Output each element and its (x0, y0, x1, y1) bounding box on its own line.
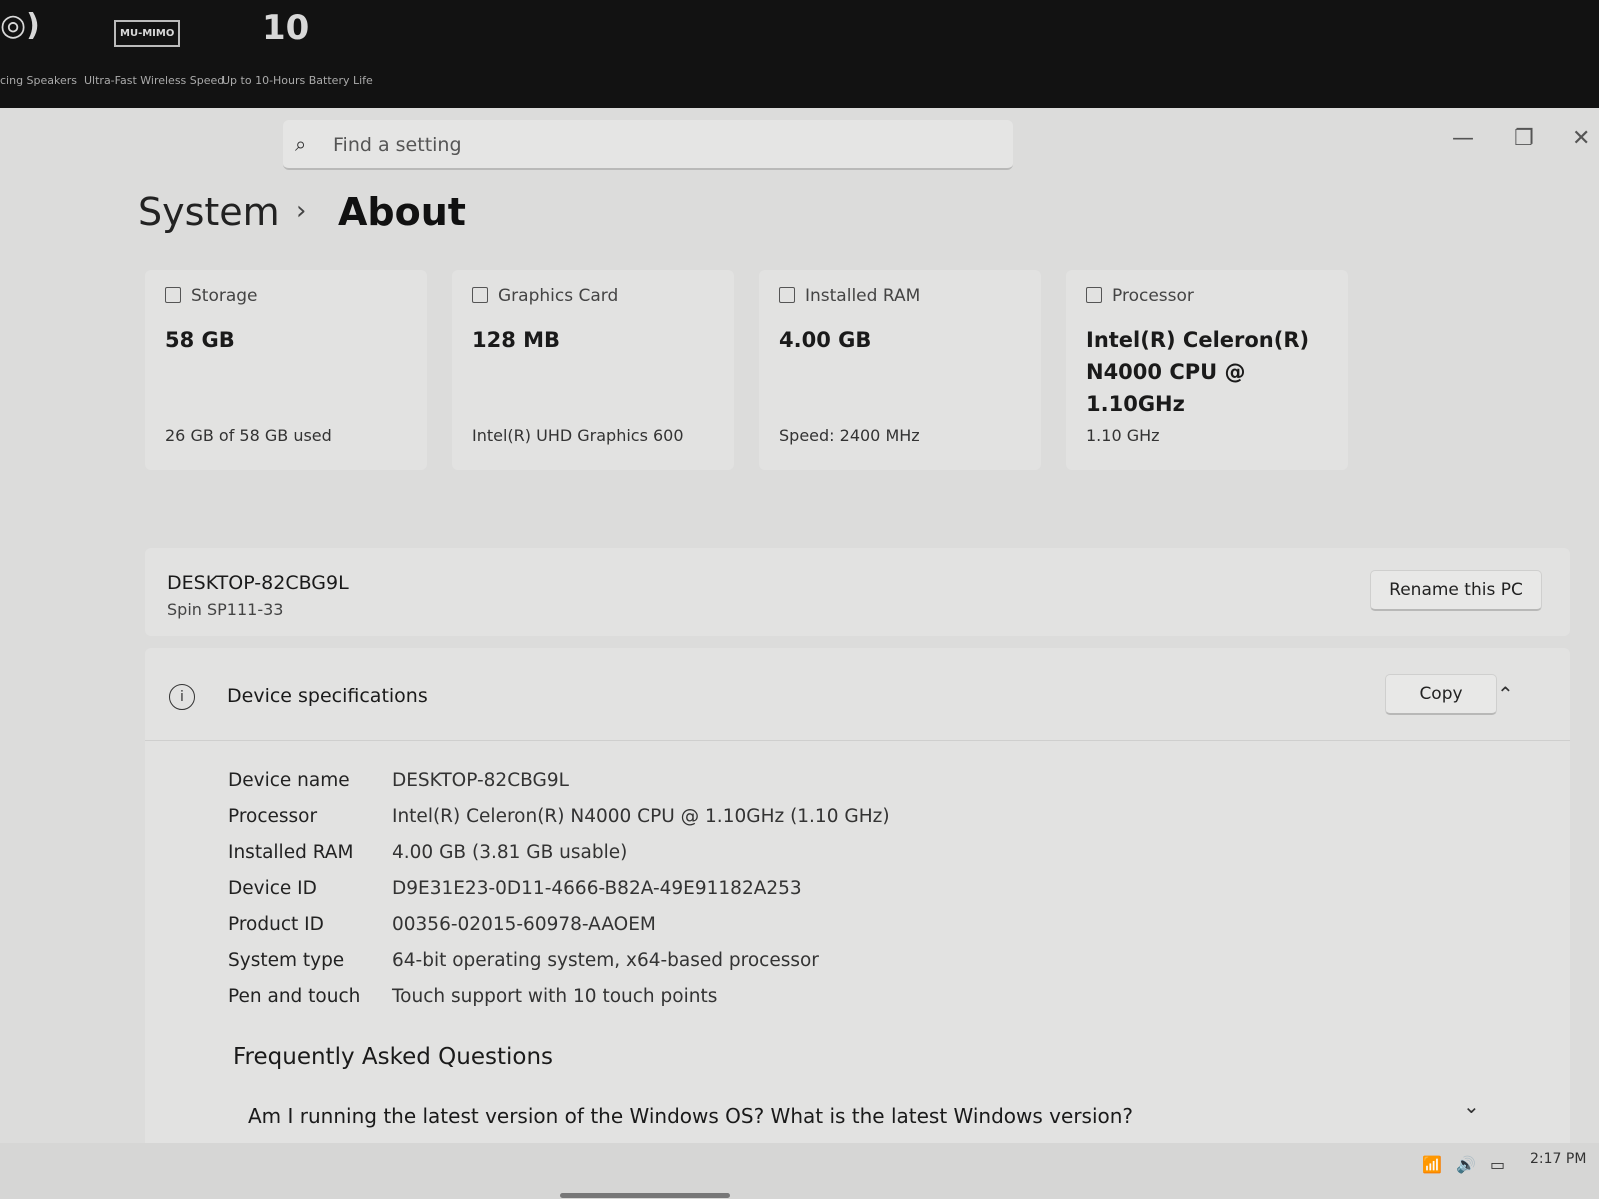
laptop-sticker: ◎) cing Speakers MU-MIMO Ultra-Fast Wire… (0, 0, 1599, 110)
close-button[interactable]: ✕ (1572, 126, 1590, 151)
laptop-icon: MU-MIMO (114, 20, 181, 47)
chevron-right-icon: › (296, 196, 307, 226)
feature-speakers: ◎) cing Speakers (0, 0, 80, 110)
card-sub: Intel(R) UHD Graphics 600 (472, 426, 684, 445)
card-label: Installed RAM (805, 286, 921, 306)
graphics-card-icon (472, 287, 488, 303)
minimize-button[interactable]: — (1452, 126, 1474, 151)
specs-header[interactable]: i Device specifications Copy ⌃ (145, 648, 1570, 741)
info-icon: i (169, 684, 195, 710)
spec-value: 00356-02015-60978-AAOEM (392, 914, 656, 935)
specs-title: Device specifications (227, 685, 428, 707)
spec-value: 64-bit operating system, x64-based proce… (392, 950, 819, 971)
card-label: Graphics Card (498, 286, 619, 306)
spec-value: D9E31E23-0D11-4666-B82A-49E91182A253 (392, 878, 802, 899)
clock[interactable]: 2:17 PM (1530, 1151, 1586, 1167)
feature-caption: Ultra-Fast Wireless Speed (84, 74, 225, 87)
chevron-up-icon[interactable]: ⌃ (1497, 682, 1514, 706)
pc-model: Spin SP111-33 (167, 600, 284, 619)
graphics-card: Graphics Card 128 MB Intel(R) UHD Graphi… (452, 270, 734, 470)
spec-label: Product ID (228, 914, 324, 935)
restore-button[interactable]: ❐ (1514, 126, 1534, 151)
card-sub: Speed: 2400 MHz (779, 426, 920, 445)
processor-card: Processor Intel(R) Celeron(R) N4000 CPU … (1066, 270, 1348, 470)
rename-pc-button[interactable]: Rename this PC (1370, 570, 1542, 611)
card-sub: 1.10 GHz (1086, 426, 1160, 445)
spec-label: Installed RAM (228, 842, 354, 863)
card-sub: 26 GB of 58 GB used (165, 426, 332, 445)
spec-label: Processor (228, 806, 318, 827)
card-value: Intel(R) Celeron(R) N4000 CPU @ 1.10GHz (1086, 328, 1310, 416)
spec-value: Intel(R) Celeron(R) N4000 CPU @ 1.10GHz … (392, 806, 890, 827)
card-label: Storage (191, 286, 258, 306)
faq-heading: Frequently Asked Questions (233, 1044, 554, 1070)
wifi-icon[interactable]: 📶 (1422, 1155, 1442, 1174)
page-title: About (338, 190, 466, 234)
spec-label: Device name (228, 770, 350, 791)
settings-window: ⌕ Find a setting — ❐ ✕ System › About St… (0, 108, 1599, 1199)
pc-name-row: DESKTOP-82CBG9L Spin SP111-33 Rename thi… (145, 548, 1570, 636)
search-icon: ⌕ (295, 132, 307, 156)
ram-card: Installed RAM 4.00 GB Speed: 2400 MHz (759, 270, 1041, 470)
copy-button[interactable]: Copy (1385, 674, 1497, 715)
spec-label: System type (228, 950, 345, 971)
chevron-down-icon[interactable]: ⌄ (1463, 1094, 1480, 1118)
speaker-icon: ◎) (0, 8, 40, 43)
ram-icon (779, 287, 795, 303)
card-header: Graphics Card (472, 286, 618, 306)
card-value: 58 GB (165, 328, 235, 352)
feature-caption: cing Speakers (0, 74, 78, 87)
search-input[interactable]: Find a setting (333, 134, 462, 156)
faq-question[interactable]: Am I running the latest version of the W… (248, 1104, 1133, 1128)
battery-icon[interactable]: ▭ (1490, 1155, 1505, 1174)
search-box[interactable]: ⌕ Find a setting (283, 120, 1013, 170)
volume-icon[interactable]: 🔊 (1456, 1155, 1476, 1174)
storage-card: Storage 58 GB 26 GB of 58 GB used (145, 270, 427, 470)
processor-icon (1086, 287, 1102, 303)
card-label: Processor (1112, 286, 1194, 306)
feature-battery: 10 Up to 10-Hours Battery Life (222, 0, 373, 110)
breadcrumb: System › About (138, 190, 466, 234)
breadcrumb-system[interactable]: System (138, 190, 280, 234)
card-header: Installed RAM (779, 286, 920, 306)
taskbar: 📶 🔊 ▭ 2:17 PM (0, 1143, 1599, 1199)
feature-wireless: MU-MIMO Ultra-Fast Wireless Speed (84, 0, 224, 110)
battery-hours-icon: 10 (262, 8, 310, 48)
card-value: 4.00 GB (779, 328, 872, 352)
spec-value: DESKTOP-82CBG9L (392, 770, 569, 791)
feature-caption: Up to 10-Hours Battery Life (222, 74, 373, 87)
spec-value: 4.00 GB (3.81 GB usable) (392, 842, 628, 863)
storage-icon (165, 287, 181, 303)
pc-name: DESKTOP-82CBG9L (167, 572, 349, 594)
scroll-indicator (560, 1193, 730, 1198)
card-header: Processor (1086, 286, 1194, 306)
spec-label: Pen and touch (228, 986, 361, 1007)
spec-value: Touch support with 10 touch points (392, 986, 718, 1007)
device-specifications-panel: i Device specifications Copy ⌃ Device na… (145, 648, 1570, 1199)
spec-label: Device ID (228, 878, 317, 899)
card-header: Storage (165, 286, 258, 306)
card-value: 128 MB (472, 328, 561, 352)
